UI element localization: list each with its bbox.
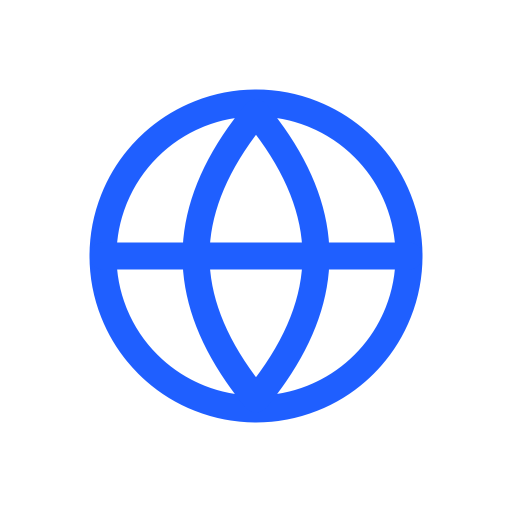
globe-icon <box>89 89 423 423</box>
icon-canvas <box>0 0 512 512</box>
